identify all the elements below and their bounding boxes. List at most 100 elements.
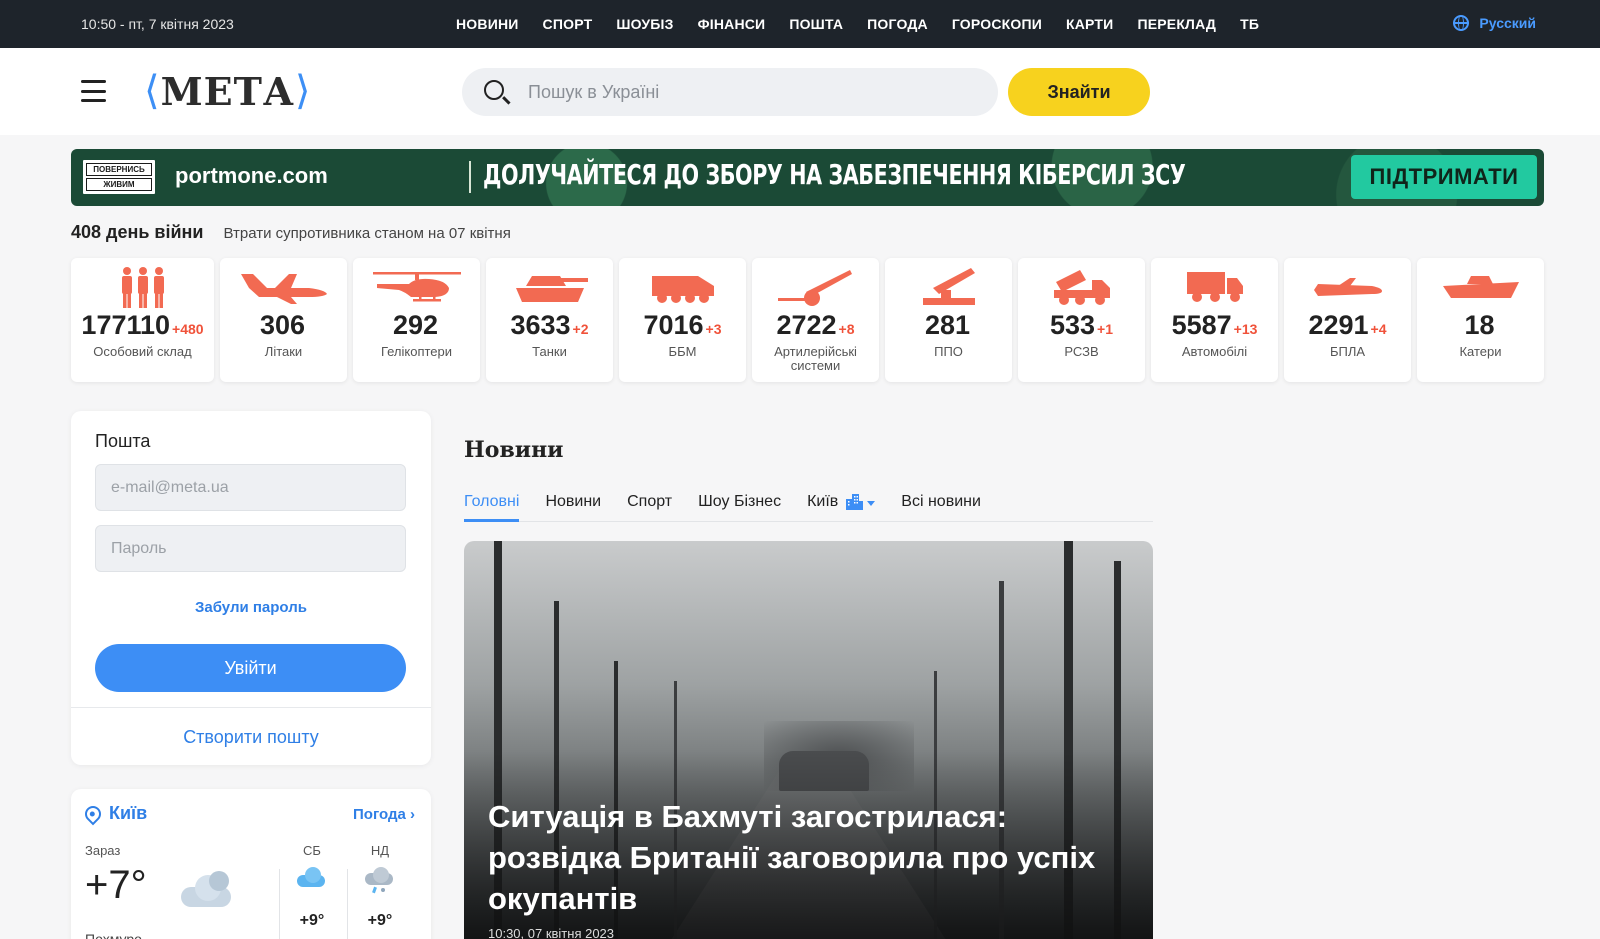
stat-tanks[interactable]: 3633 +2 Танки [486,258,613,382]
hero-headline[interactable]: Ситуація в Бахмуті загострилася: розвідк… [488,796,1128,919]
povernys-zhyvym-logo: ПОВЕРНИСЬ ЖИВИМ [81,158,157,196]
search-input[interactable] [528,68,968,116]
tab-kyiv-label: Київ [807,493,839,510]
stat-label: Артилерійські системи [774,344,857,373]
ad-banner[interactable]: ПОВЕРНИСЬ ЖИВИМ portmone.com ДОЛУЧАЙТЕСЯ… [71,149,1544,206]
cloud-icon [181,871,233,909]
weather-location[interactable]: Київ [81,802,148,825]
nav-horoscopes[interactable]: ГОРОСКОПИ [952,16,1042,32]
mail-title: Пошта [95,431,151,451]
weather-condition: Похмуро [85,931,142,939]
stat-air-defense[interactable]: 281 ППО [885,258,1012,382]
chevron-down-icon[interactable] [867,501,876,506]
nav-translate[interactable]: ПЕРЕКЛАД [1137,16,1216,32]
nav-news[interactable]: НОВИНИ [456,16,519,32]
stat-label: Особовий склад [93,344,192,359]
stat-helicopters[interactable]: 292 Гелікоптери [353,258,480,382]
stat-drones[interactable]: 2291 +4 БПЛА [1284,258,1411,382]
nav-tv[interactable]: ТБ [1240,16,1259,32]
banner-brand: portmone.com [175,163,328,188]
stat-label: Катери [1459,344,1502,359]
nav-sport[interactable]: СПОРТ [543,16,593,32]
air-defense-icon [922,268,975,305]
stat-value: 18 [1464,310,1495,340]
forecast-day-temp: +9° [299,912,325,929]
logo-text: МЕТА [160,68,295,114]
site-header: ⟨ МЕТА ⟩ Знайти [0,48,1600,135]
stat-value: 292 [392,310,439,340]
stat-value: 281 [924,310,971,340]
weather-link-label: Погода [353,806,406,823]
stat-value: 177110 +480 [81,310,204,340]
banner-separator [469,161,471,193]
forecast-day-label: НД [370,843,390,858]
menu-icon[interactable] [81,80,106,102]
hero-timestamp: 10:30, 07 квітня 2023 [488,926,615,939]
mail-divider [71,707,431,708]
artillery-icon [777,270,852,306]
stat-label: ББМ [668,344,697,359]
nav-maps[interactable]: КАРТИ [1066,16,1113,32]
create-mail-link[interactable]: Створити пошту [71,727,431,748]
find-button[interactable]: Знайти [1008,68,1150,116]
top-navigation: НОВИНИ СПОРТ ШОУБІЗ ФІНАНСИ ПОШТА ПОГОДА… [456,0,1259,48]
nav-mail[interactable]: ПОШТА [789,16,843,32]
forecast-day-temp: +9° [367,912,393,929]
mlrs-icon [1053,270,1110,305]
chevron-right-icon: › [410,806,415,823]
drone-icon [1313,278,1382,296]
war-header: 408 день війни Втрати супротивника стано… [71,222,511,243]
weather-divider [279,869,280,939]
nav-weather[interactable]: ПОГОДА [867,16,928,32]
language-switch[interactable]: Русский [1453,15,1536,31]
nav-finance[interactable]: ФІНАНСИ [698,16,766,32]
tab-news[interactable]: Новини [545,478,601,521]
weather-divider [347,869,348,939]
stat-mlrs[interactable]: 533 +1 РСЗВ [1018,258,1145,382]
current-datetime: 10:50 - пт, 7 квітня 2023 [81,16,234,32]
weather-link[interactable]: Погода › [353,806,415,823]
tab-main[interactable]: Головні [464,478,520,522]
site-logo[interactable]: ⟨ МЕТА ⟩ [144,68,311,114]
email-field[interactable] [95,464,406,511]
weather-now-temp: +7° [85,863,147,907]
weather-city: Київ [109,803,148,823]
city-building-icon [846,493,864,510]
tab-kyiv[interactable]: Київ [807,478,876,521]
stat-vehicles[interactable]: 5587 +13 Автомобілі [1151,258,1278,382]
apc-icon [651,276,714,303]
weather-card: Київ Погода › Зараз +7° Похмуро СБ +9° Н… [71,789,431,939]
stat-label: БПЛА [1329,344,1366,359]
stat-artillery[interactable]: 2722 +8 Артилерійські системи [752,258,879,382]
tab-all-news[interactable]: Всі новини [901,478,981,521]
location-pin-icon [81,802,105,825]
tab-show-business[interactable]: Шоу Бізнес [698,478,781,521]
stat-personnel[interactable]: 177110 +480 Особовий склад [71,258,214,382]
stat-planes[interactable]: 306 Літаки [220,258,347,382]
nav-showbiz[interactable]: ШОУБІЗ [616,16,673,32]
rain-cloud-icon [297,867,327,893]
tab-sport[interactable]: Спорт [627,478,672,521]
plane-icon [240,274,327,304]
war-day-count: 408 день війни [71,222,204,242]
stat-value: 3633 +2 [510,310,589,340]
hero-news-card[interactable]: Ситуація в Бахмуті загострилася: розвідк… [464,541,1153,939]
search-icon[interactable] [484,80,504,100]
stat-value: 306 [259,310,306,340]
forgot-password-link[interactable]: Забули пароль [71,599,431,616]
support-button[interactable]: ПІДТРИМАТИ [1351,155,1537,199]
forecast-day-label: СБ [303,843,321,858]
stat-label: ППО [934,344,963,359]
mail-login-card: Пошта Забули пароль Увійти Створити пошт… [71,411,431,765]
password-field[interactable] [95,525,406,572]
war-subtitle: Втрати супротивника станом на 07 квітня [223,225,511,242]
stat-value: 5587 +13 [1171,310,1258,340]
stat-boats[interactable]: 18 Катери [1417,258,1544,382]
language-label: Русский [1479,15,1536,31]
stat-label: Гелікоптери [380,344,453,359]
login-button[interactable]: Увійти [95,644,406,692]
top-bar: 10:50 - пт, 7 квітня 2023 НОВИНИ СПОРТ Ш… [0,0,1600,48]
stat-label: Танки [532,344,567,359]
truck-icon [1186,272,1243,302]
stat-apc[interactable]: 7016 +3 ББМ [619,258,746,382]
